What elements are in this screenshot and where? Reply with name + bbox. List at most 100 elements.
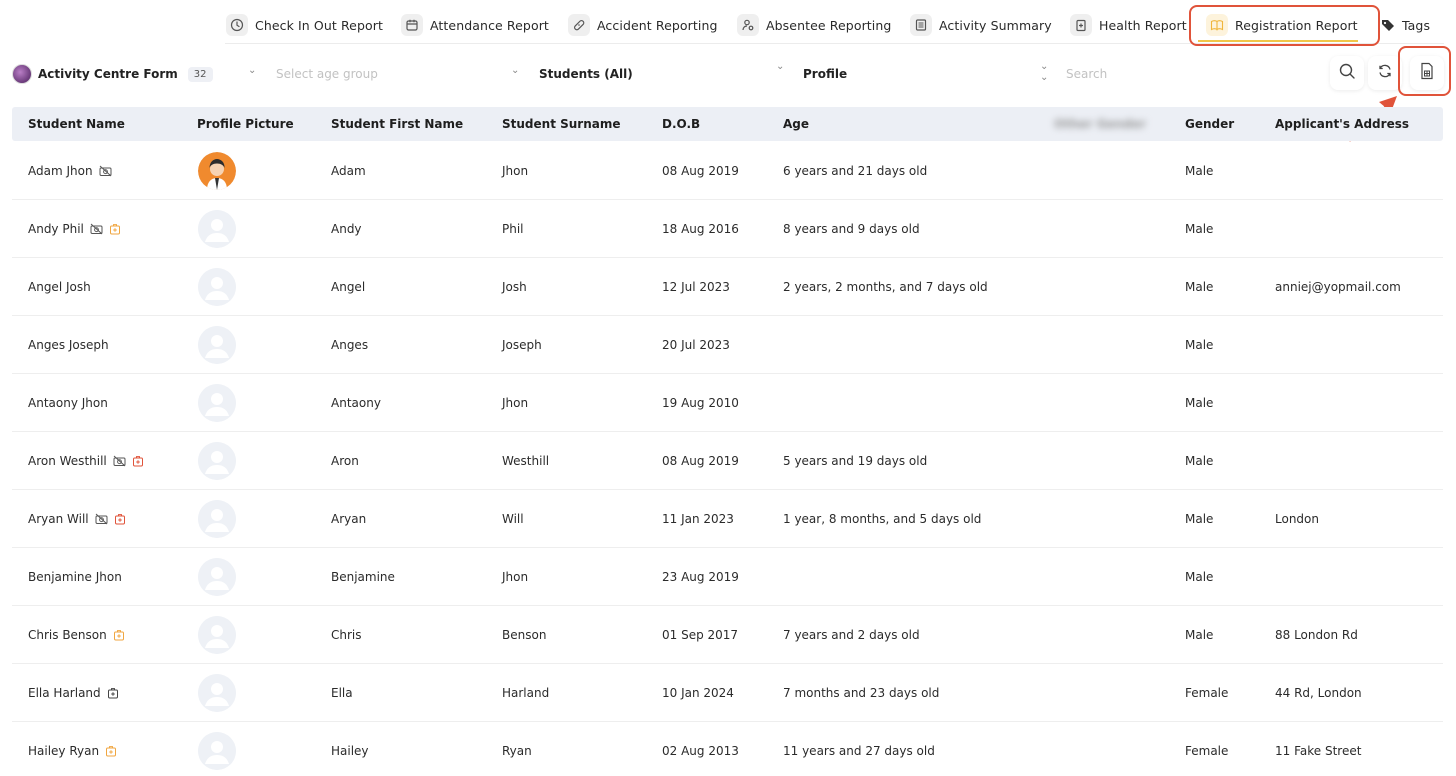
column-header[interactable]: Age [783,117,809,131]
cell-student-name[interactable]: Angel Josh [28,258,91,316]
tab-label: Absentee Reporting [766,17,892,33]
cell-student-name[interactable]: Adam Jhon [28,142,112,200]
cell-first: Hailey [331,744,369,758]
tab-label: Check In Out Report [255,17,383,33]
cell-student-name[interactable]: Antaony Jhon [28,374,108,432]
profile-value: Profile [803,67,848,81]
cell-student-name[interactable]: Anges Joseph [28,316,109,374]
list-icon [910,14,932,36]
cell-age: 7 months and 23 days old [783,686,940,700]
tab-activity-summary[interactable]: Activity Summary [910,13,1052,37]
cell-dob: 02 Aug 2013 [662,744,739,758]
tab-label: Health Report [1099,17,1187,33]
avatar-placeholder-icon [198,210,236,248]
form-count-badge: 32 [187,66,213,82]
medical-bag-icon [105,745,117,757]
tab-tags[interactable]: Tags [1380,13,1430,37]
column-header[interactable]: Student First Name [331,117,463,131]
student-name: Antaony Jhon [28,396,108,410]
table-row[interactable]: Angel Josh Angel Josh 12 Jul 2023 2 years, 2… [12,258,1443,316]
tab-label: Accident Reporting [597,17,718,33]
form-selector[interactable]: Activity Centre Form 32 [12,56,213,92]
cell-dob: 23 Aug 2019 [662,570,739,584]
tab-health-report[interactable]: Health Report [1070,13,1187,37]
students-select[interactable]: Students (All) [539,56,633,92]
profile-select[interactable]: Profile [803,56,847,92]
column-header[interactable]: Gender [1185,117,1234,131]
refresh-button[interactable] [1368,56,1402,90]
clipboard-icon [1070,14,1092,36]
cell-student-name[interactable]: Benjamine Jhon [28,548,122,606]
column-header[interactable]: Profile Picture [197,117,294,131]
cell-dob: 10 Jan 2024 [662,686,734,700]
column-header[interactable]: D.O.B [662,117,700,131]
tab-check-in-out-report[interactable]: Check In Out Report [226,13,383,37]
table-row[interactable]: Chris Benson Chris Benson 01 Sep 2017 7 year… [12,606,1443,664]
cell-first: Aryan [331,512,367,526]
cell-age: 1 year, 8 months, and 5 days old [783,512,982,526]
cell-first: Andy [331,222,362,236]
cell-gender: Female [1185,744,1229,758]
medical-bag-icon [114,513,126,525]
table-row[interactable]: Hailey Ryan Hailey Ryan 02 Aug 2013 11 years… [12,722,1443,776]
table-row[interactable]: Benjamine Jhon Benjamine Jhon 23 Aug 2019 Ma… [12,548,1443,606]
chevron-down-icon[interactable]: ⌄ [776,61,784,72]
student-name: Angel Josh [28,280,91,294]
student-name: Hailey Ryan [28,744,100,758]
column-header[interactable]: Student Name [28,117,125,131]
table-row[interactable]: Andy Phil Andy Phil 18 Aug 2016 8 years and … [12,200,1443,258]
table-row[interactable]: Adam Jhon Adam Jhon 08 Aug 2019 6 years and … [12,142,1443,200]
double-chevron-down-icon[interactable]: ⌄ ⌄ [1040,61,1048,83]
column-header[interactable]: Applicant's Address [1275,117,1409,131]
column-header[interactable]: Student Surname [502,117,621,131]
table-row[interactable]: Anges Joseph Anges Joseph 20 Jul 2023 Male [12,316,1443,374]
table-row[interactable]: Antaony Jhon Antaony Jhon 19 Aug 2010 Male [12,374,1443,432]
table-row[interactable]: Ella Harland Ella Harland 10 Jan 2024 7 mont… [12,664,1443,722]
search-input[interactable]: Search [1066,56,1107,92]
cell-student-name[interactable]: Aron Westhill [28,432,144,490]
tab-attendance-report[interactable]: Attendance Report [401,13,549,37]
cell-gender: Male [1185,396,1214,410]
cell-surname: Phil [502,222,524,236]
cell-first: Antaony [331,396,381,410]
cell-address: London [1275,512,1319,526]
no-photo-icon [99,165,112,177]
refresh-icon [1377,63,1393,83]
cell-address: anniej@yopmail.com [1275,280,1401,294]
age-group-select[interactable]: Select age group [276,56,378,92]
table-row[interactable]: Aryan Will Aryan Will 11 Jan 2023 1 year, 8 … [12,490,1443,548]
search-placeholder: Search [1066,67,1108,81]
avatar-placeholder-icon [198,500,236,538]
cell-gender: Male [1185,628,1214,642]
cell-gender: Male [1185,164,1214,178]
cell-dob: 20 Jul 2023 [662,338,730,352]
student-name: Adam Jhon [28,164,93,178]
tab-absentee-reporting[interactable]: Absentee Reporting [737,13,891,37]
annotation-highlight-registration-tab [1189,5,1380,46]
cell-student-name[interactable]: Hailey Ryan [28,722,117,776]
cell-student-name[interactable]: Ella Harland [28,664,119,722]
cell-age: 2 years, 2 months, and 7 days old [783,280,988,294]
tab-accident-reporting[interactable]: Accident Reporting [568,13,718,37]
avatar-placeholder-icon [198,442,236,480]
cell-first: Aron [331,454,359,468]
chevron-down-icon[interactable]: ⌄ [511,65,519,76]
search-button[interactable] [1330,56,1364,90]
tab-label: Attendance Report [430,17,549,33]
cell-student-name[interactable]: Chris Benson [28,606,125,664]
report-tabs: Check In Out Report Attendance Report Ac… [0,0,1456,46]
cell-address: 44 Rd, London [1275,686,1362,700]
cell-student-name[interactable]: Andy Phil [28,200,121,258]
table-row[interactable]: Aron Westhill Aron Westhill 08 Aug 2019 5 ye… [12,432,1443,490]
cell-dob: 11 Jan 2023 [662,512,734,526]
cell-gender: Male [1185,280,1214,294]
cell-surname: Jhon [502,570,529,584]
students-value: Students (All) [539,67,633,81]
column-header-blurred: Other Gender [1054,117,1146,131]
chevron-down-icon[interactable]: ⌄ [248,65,256,76]
cell-student-name[interactable]: Aryan Will [28,490,126,548]
cell-first: Anges [331,338,369,352]
avatar-placeholder-icon [198,674,236,712]
student-name: Anges Joseph [28,338,109,352]
cell-surname: Joseph [502,338,542,352]
